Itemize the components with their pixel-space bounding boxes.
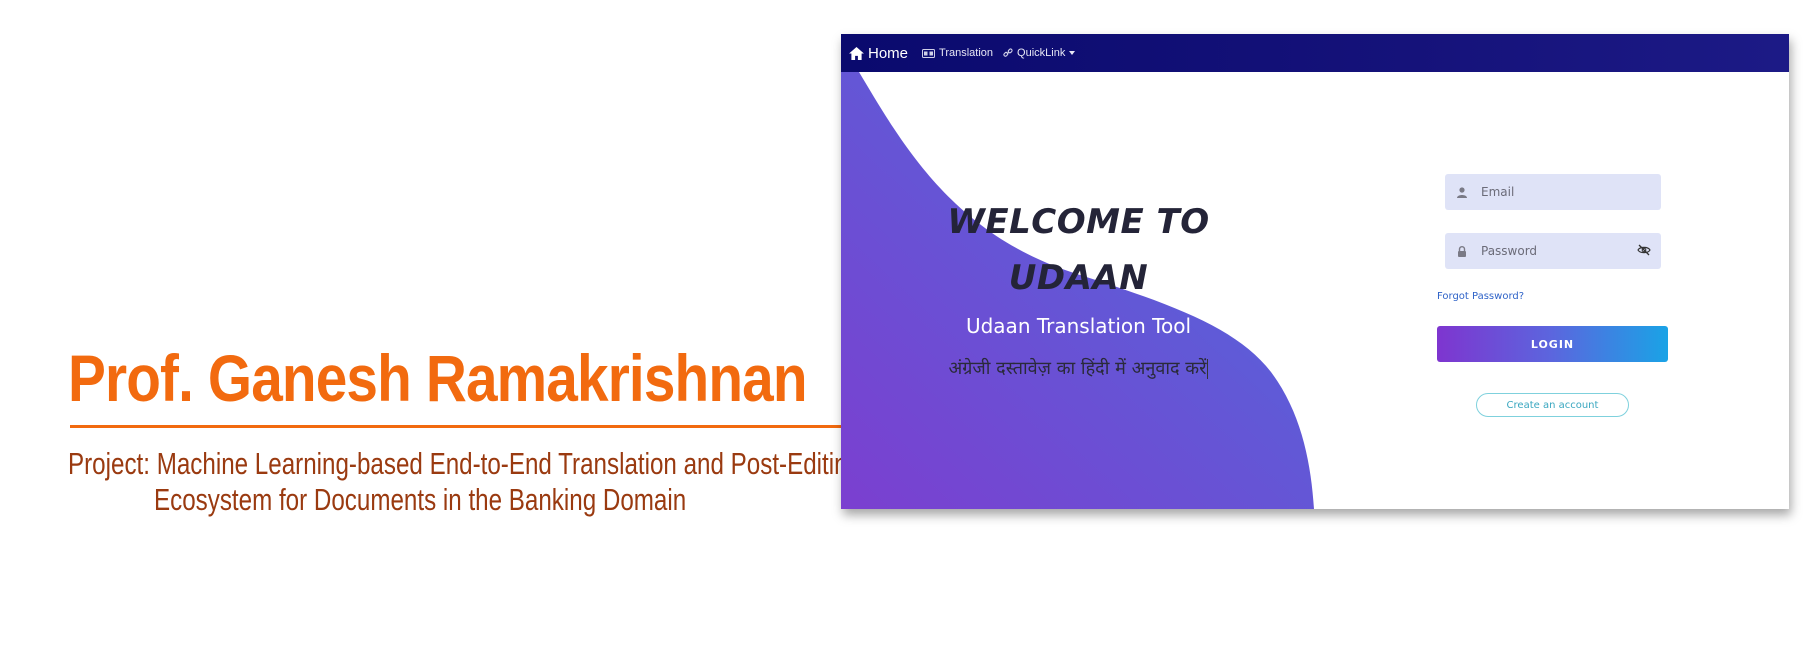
nav-translation-label: Translation: [939, 47, 994, 59]
hindi-tagline-text: अंग्रेजी दस्तावेज़ का हिंदी में अनुवाद क…: [948, 358, 1207, 379]
project-title-line-1: Project: Machine Learning-based End-to-E…: [68, 446, 862, 481]
hindi-tagline: अंग्रेजी दस्तावेज़ का हिंदी में अनुवाद क…: [881, 356, 1276, 380]
nav-quicklink-label: QuickLink: [1017, 47, 1066, 59]
navbar: Home Translation QuickLink: [841, 34, 1789, 72]
lock-icon: [1458, 245, 1466, 257]
forgot-password-link[interactable]: Forgot Password?: [1437, 291, 1524, 302]
password-field[interactable]: [1445, 233, 1661, 269]
user-icon: [1457, 186, 1467, 198]
login-button[interactable]: LOGIN: [1437, 326, 1668, 362]
home-icon: [849, 46, 864, 60]
eye-slash-icon[interactable]: [1637, 244, 1651, 256]
welcome-line-2: UDAAN: [1008, 258, 1149, 298]
text-cursor: [1207, 359, 1209, 379]
presenter-name: Prof. Ganesh Ramakrishnan: [68, 341, 808, 415]
welcome-line-1: WELCOME TO: [947, 202, 1210, 242]
nav-translation[interactable]: Translation: [922, 47, 993, 59]
create-account-button[interactable]: Create an account: [1476, 393, 1629, 417]
nav-quicklink-dropdown[interactable]: QuickLink: [1003, 47, 1076, 59]
email-input[interactable]: [1479, 184, 1633, 200]
tool-title: Udaan Translation Tool: [965, 314, 1192, 338]
app-screenshot: Home Translation QuickLink WELCOME TO UD…: [841, 34, 1789, 509]
nav-home[interactable]: Home: [849, 45, 908, 62]
nav-home-label: Home: [868, 44, 909, 62]
email-field[interactable]: [1445, 174, 1661, 210]
project-title-line-2: Ecosystem for Documents in the Banking D…: [154, 482, 687, 517]
title-divider: [70, 425, 842, 428]
chevron-down-icon: [1069, 51, 1076, 55]
link-icon: [1003, 48, 1013, 57]
password-input[interactable]: [1479, 243, 1633, 259]
language-icon: [922, 48, 936, 58]
welcome-heading: WELCOME TO UDAAN: [921, 194, 1236, 306]
